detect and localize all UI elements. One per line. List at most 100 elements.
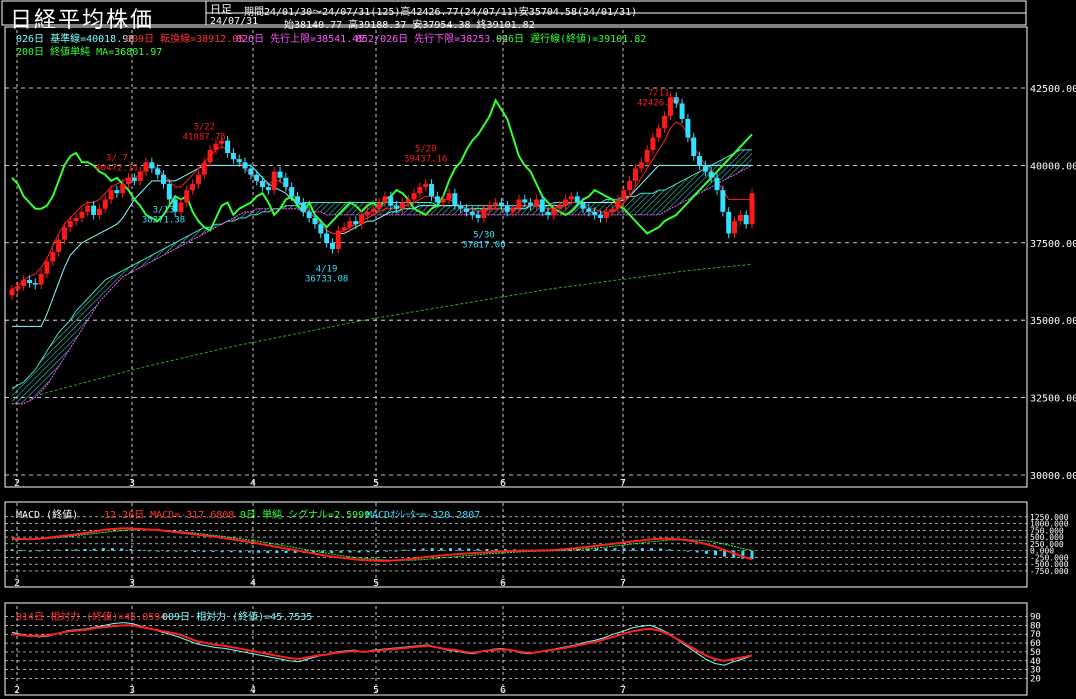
- x-tick-label: 7: [620, 478, 626, 489]
- macd-oscillator-bar: [138, 549, 142, 551]
- candle: [732, 221, 738, 234]
- legend-signal: 9日 単純 シグナル=2.5999: [240, 510, 371, 521]
- candle: [242, 162, 248, 169]
- candle: [44, 261, 50, 274]
- candle: [108, 190, 114, 200]
- candle: [184, 190, 190, 203]
- candle: [405, 199, 411, 203]
- annotation-value: 40472.11: [95, 164, 138, 174]
- annotation-date: 3/ 7: [106, 154, 128, 164]
- macd-oscillator-bar: [595, 548, 599, 551]
- legend-ma200: 200日 終値単純 MA=36801.97: [16, 47, 163, 58]
- candle: [516, 199, 522, 209]
- macd-oscillator-bar: [622, 548, 626, 551]
- candle: [102, 199, 108, 209]
- candle: [353, 221, 359, 225]
- legend-rsi14: 014日 相対力 (終値)=46.0594: [16, 612, 167, 623]
- annotation-date: 5/30: [473, 230, 495, 240]
- candle: [341, 227, 347, 231]
- candle: [650, 137, 656, 150]
- ma200-line: [39, 263, 753, 395]
- candle: [254, 174, 260, 181]
- candle: [493, 202, 499, 206]
- annotation-value: 38271.38: [142, 216, 185, 226]
- candle: [32, 283, 38, 285]
- candle: [126, 177, 132, 184]
- annotation-date: 4/19: [316, 264, 338, 274]
- macd-oscillator-bar: [28, 550, 32, 552]
- candle: [592, 211, 598, 215]
- candle: [143, 162, 149, 172]
- candle: [737, 214, 743, 222]
- legend-rsi9: 009日 相対力 (終値)=45.7535: [162, 612, 313, 623]
- candle: [632, 168, 638, 181]
- macd-oscillator-bar: [366, 550, 370, 553]
- y-tick-label: 37500.00: [1030, 239, 1076, 250]
- candle: [446, 193, 452, 200]
- candle: [318, 224, 324, 234]
- date-label: 24/07/31: [210, 16, 259, 27]
- macd-oscillator-bar: [74, 549, 78, 551]
- candle: [504, 205, 510, 212]
- candle: [265, 187, 271, 191]
- macd-oscillator-bar: [47, 549, 51, 551]
- legend-senkou1: 026日 先行上限=38541.45: [236, 34, 365, 45]
- x-tick-label: 5: [373, 478, 379, 489]
- candle: [149, 162, 155, 169]
- candle: [568, 196, 574, 200]
- x-tick-label: 6: [500, 478, 506, 489]
- candle: [236, 159, 242, 163]
- candle: [67, 221, 73, 228]
- candle: [114, 190, 120, 194]
- macd-oscillator-bar: [257, 550, 261, 553]
- candle: [487, 205, 493, 209]
- legend-senkou2: 052/026日 先行下限=38253.94: [356, 34, 509, 45]
- candle: [295, 196, 301, 203]
- x-tick-label: 2: [14, 685, 20, 696]
- macd-signal-line: [11, 529, 753, 561]
- candle: [749, 193, 755, 225]
- macd-oscillator-bar: [238, 550, 242, 553]
- macd-oscillator-bar: [668, 549, 672, 551]
- candle: [85, 205, 91, 212]
- legend-chikou: 026日 遅行線(終値)=39101.82: [496, 34, 647, 45]
- candle: [61, 227, 67, 240]
- candle: [621, 190, 627, 200]
- candle: [498, 202, 504, 206]
- macd-oscillator-bar: [403, 549, 407, 551]
- candle: [545, 211, 551, 215]
- legend-osc: MACDｵｼﾚｰﾀｰ=-320.2807: [366, 510, 481, 521]
- x-tick-label: 5: [373, 685, 379, 696]
- candle: [260, 180, 266, 188]
- macd-oscillator-bar: [193, 550, 197, 552]
- macd-oscillator-bar: [330, 550, 334, 554]
- candle: [376, 202, 382, 209]
- macd-oscillator-bar: [640, 548, 644, 551]
- annotation-value: 36733.08: [305, 274, 348, 284]
- macd-oscillator-bar: [129, 549, 133, 551]
- macd-oscillator-bar: [604, 548, 608, 551]
- candle: [73, 218, 79, 222]
- candle: [603, 211, 609, 219]
- macd-oscillator-bar: [101, 548, 105, 551]
- candle: [26, 279, 32, 284]
- candle: [691, 137, 697, 157]
- y-tick-label: 35000.00: [1030, 316, 1076, 327]
- x-tick-label: 5: [373, 578, 379, 589]
- macd-oscillator-bar: [165, 550, 169, 552]
- candle: [15, 286, 21, 290]
- candle: [195, 174, 201, 184]
- candle: [563, 199, 569, 206]
- candle: [662, 115, 668, 129]
- macd-oscillator-bar: [174, 550, 178, 552]
- candle: [627, 180, 633, 191]
- candle: [56, 239, 62, 253]
- candle: [399, 202, 405, 209]
- annotation-date: 7/11: [648, 89, 670, 99]
- x-tick-label: 4: [250, 578, 256, 589]
- candle: [96, 208, 102, 215]
- macd-oscillator-bar: [704, 550, 708, 554]
- x-tick-label: 7: [620, 578, 626, 589]
- candle: [452, 193, 458, 206]
- candle: [213, 143, 219, 150]
